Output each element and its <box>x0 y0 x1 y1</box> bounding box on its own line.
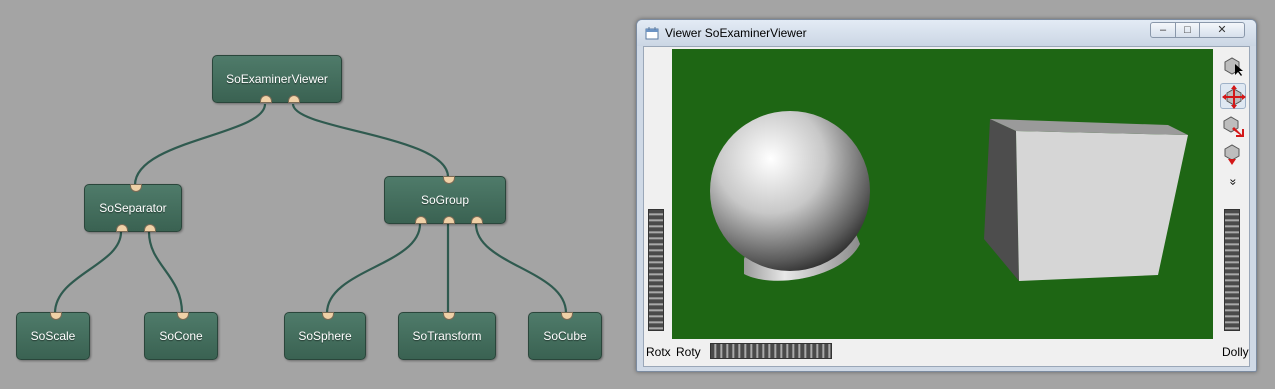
viewer-toolbar: » <box>1218 49 1248 197</box>
scene-graph-panel: SoExaminerViewer SoSeparator SoGroup SoS… <box>0 0 630 389</box>
edge-group-sphere <box>325 223 422 314</box>
input-port[interactable] <box>50 312 62 320</box>
dolly-label: Dolly <box>1222 345 1249 359</box>
more-chevron-icon: » <box>1226 178 1240 186</box>
select-arrow-icon <box>1224 57 1243 76</box>
input-port[interactable] <box>130 184 142 192</box>
edge-separator-scale <box>53 231 123 314</box>
edge-examiner-separator <box>133 103 267 186</box>
render-area[interactable] <box>672 49 1213 339</box>
maximize-icon: □ <box>1184 24 1191 36</box>
node-label: SoCone <box>159 329 203 343</box>
viewer-content: » Rotx Roty Dolly <box>643 46 1250 367</box>
node-soscale[interactable]: SoScale <box>16 312 90 360</box>
input-port[interactable] <box>322 312 334 320</box>
roty-label: Roty <box>676 345 701 359</box>
node-label: SoCube <box>543 329 587 343</box>
close-button[interactable]: ✕ <box>1199 22 1245 38</box>
node-socone[interactable]: SoCone <box>144 312 218 360</box>
scene-render <box>710 111 1188 281</box>
node-socube[interactable]: SoCube <box>528 312 602 360</box>
node-sosphere[interactable]: SoSphere <box>284 312 366 360</box>
edge-group-cube <box>474 223 568 314</box>
node-label: SoSeparator <box>99 201 167 215</box>
minimize-icon: – <box>1159 24 1167 36</box>
node-label: SoSphere <box>298 329 352 343</box>
input-port[interactable] <box>443 312 455 320</box>
seek-button[interactable] <box>1220 113 1246 139</box>
node-label: SoGroup <box>420 193 470 207</box>
roty-wheel[interactable] <box>710 343 832 359</box>
viewer-window: Viewer SoExaminerViewer – □ ✕ » Rotx Rot… <box>636 19 1257 372</box>
edge-separator-cone <box>147 231 184 314</box>
input-port[interactable] <box>561 312 573 320</box>
dolly-wheel[interactable] <box>1224 209 1240 331</box>
sphere-shape <box>710 111 870 271</box>
node-soseparator[interactable]: SoSeparator <box>84 184 182 232</box>
input-port[interactable] <box>177 312 189 320</box>
output-port[interactable] <box>260 95 272 103</box>
app-icon <box>645 27 659 40</box>
node-sotransform[interactable]: SoTransform <box>398 312 496 360</box>
output-port[interactable] <box>471 216 483 224</box>
home-button[interactable] <box>1220 141 1246 167</box>
rotx-label: Rotx <box>646 345 671 359</box>
window-title: Viewer SoExaminerViewer <box>665 26 807 40</box>
node-sogroup[interactable]: SoGroup <box>384 176 506 224</box>
output-port[interactable] <box>116 224 128 232</box>
title-bar[interactable]: Viewer SoExaminerViewer – □ ✕ <box>637 20 1256 46</box>
output-port[interactable] <box>144 224 156 232</box>
cube-left-face <box>984 119 1019 281</box>
close-icon: ✕ <box>1217 24 1227 36</box>
minimize-button[interactable]: – <box>1150 22 1176 38</box>
home-icon <box>1224 144 1240 165</box>
seek-icon <box>1223 116 1244 137</box>
edge-examiner-group <box>291 103 450 178</box>
output-port[interactable] <box>288 95 300 103</box>
select-tool-button[interactable] <box>1220 53 1246 79</box>
output-port[interactable] <box>415 216 427 224</box>
output-port[interactable] <box>443 216 455 224</box>
rotate-view-icon <box>1222 85 1246 109</box>
input-port[interactable] <box>443 176 455 184</box>
more-tools-button[interactable]: » <box>1220 173 1246 191</box>
cube-front-face <box>1016 131 1188 281</box>
node-label: SoExaminerViewer <box>226 72 328 86</box>
node-label: SoScale <box>30 329 76 343</box>
node-label: SoTransform <box>412 329 482 343</box>
maximize-button[interactable]: □ <box>1175 22 1200 38</box>
rotate-view-button[interactable] <box>1220 83 1246 109</box>
rotx-wheel[interactable] <box>648 209 664 331</box>
node-soexaminerviewer[interactable]: SoExaminerViewer <box>212 55 342 103</box>
